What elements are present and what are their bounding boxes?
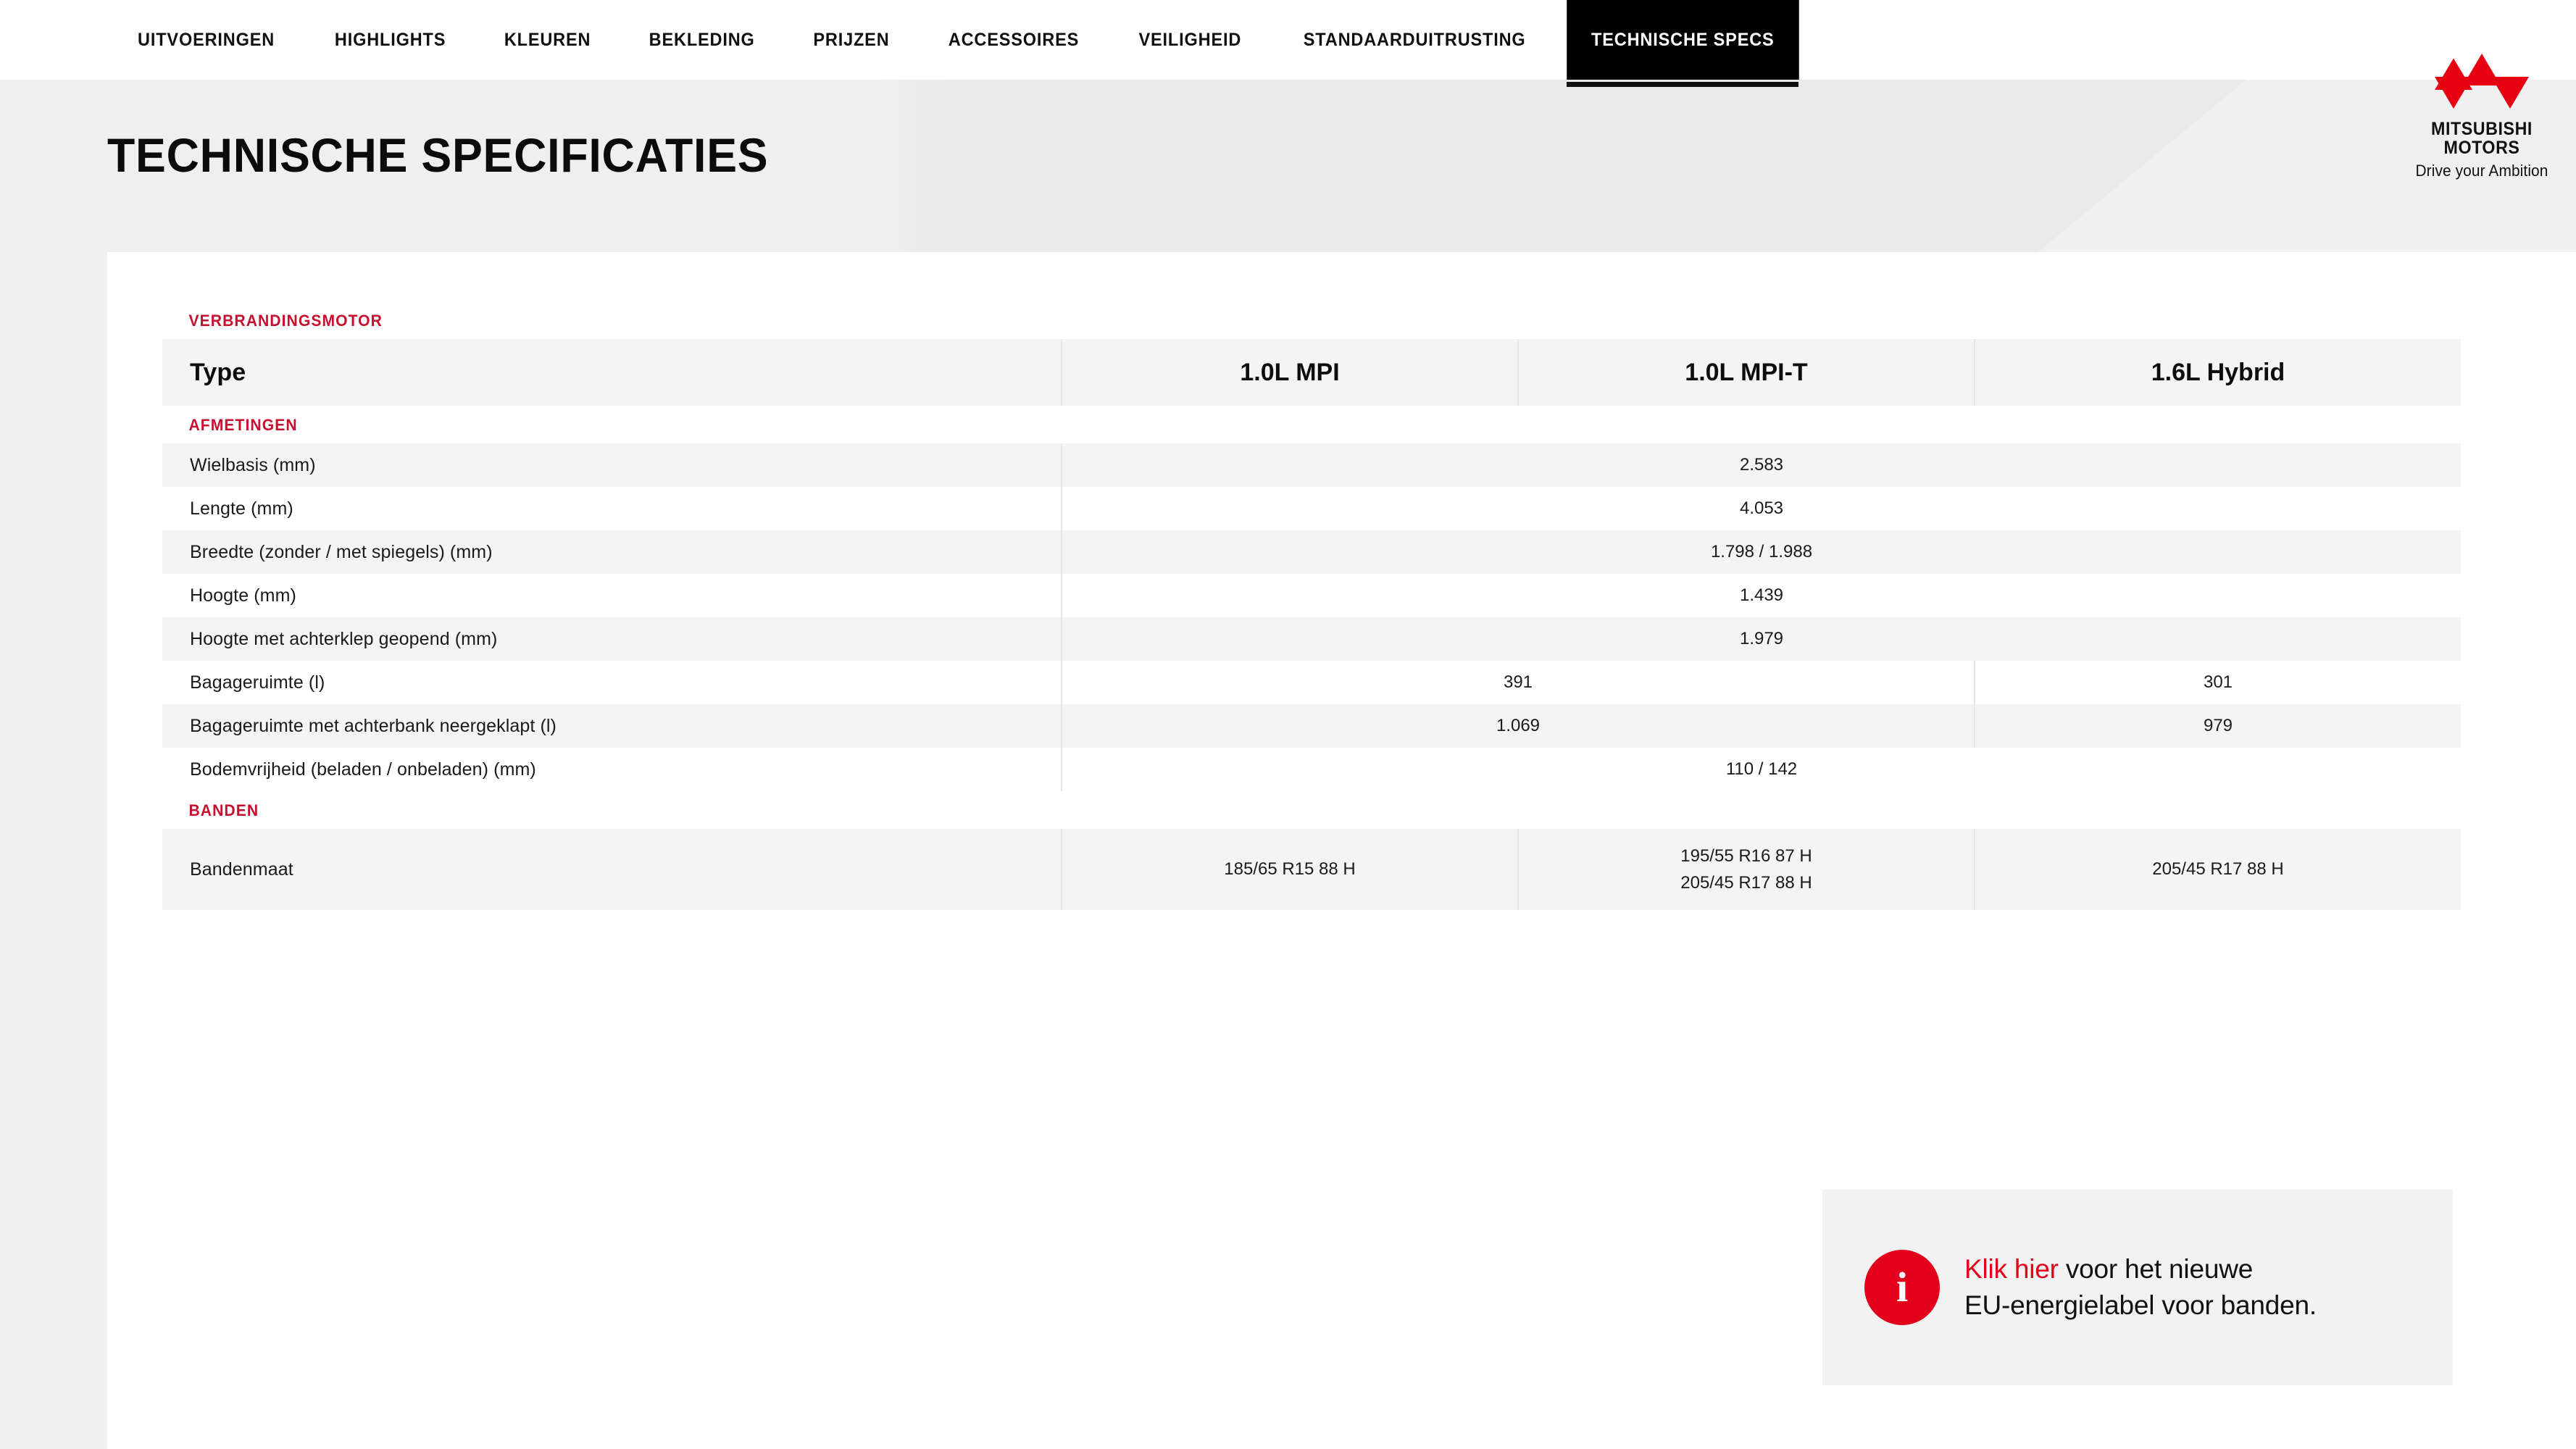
row-label: Bandenmaat <box>190 859 293 880</box>
active-tab-underline <box>1566 82 1798 87</box>
logo-wordmark-line2: MOTORS <box>2443 137 2520 158</box>
row-label: Breedte (zonder / met spiegels) (mm) <box>190 541 493 562</box>
table-row-bandenmaat: Bandenmaat 185/65 R15 88 H 195/55 R16 87… <box>162 829 2461 910</box>
nav-items-list: UITVOERINGEN HIGHLIGHTS KLEUREN BEKLEDING PR… <box>0 0 1806 80</box>
row-value-all: 2.583 <box>1061 443 2461 487</box>
header-band-shape-overlay <box>964 80 2246 254</box>
table-row: Bagageruimte (l) 391 301 <box>162 661 2461 704</box>
group-title-afmetingen: AFMETINGEN <box>188 416 298 434</box>
row-value-col3: 979 <box>1974 704 2461 748</box>
nav-item-kleuren[interactable]: KLEUREN <box>480 0 615 80</box>
page-root: UITVOERINGEN HIGHLIGHTS KLEUREN BEKLEDING PR… <box>0 0 2576 1449</box>
logo-wordmark-line1: MITSUBISHI <box>2431 119 2533 139</box>
row-label: Bodemvrijheid (beladen / onbeladen) (mm) <box>190 759 536 780</box>
tire-value-col2: 195/55 R16 87 H 205/45 R17 88 H <box>1517 829 1974 910</box>
table-row: Hoogte met achterklep geopend (mm) 1.979 <box>162 617 2461 661</box>
logo-tagline: Drive your Ambition <box>2415 162 2548 180</box>
row-value-all: 1.798 / 1.988 <box>1061 530 2461 574</box>
row-value-all: 4.053 <box>1061 487 2461 530</box>
mitsubishi-logo[interactable]: MITSUBISHI MOTORS Drive your Ambition <box>2402 45 2562 180</box>
tire-value-col1: 185/65 R15 88 H <box>1061 829 1517 910</box>
table-row: Hoogte (mm) 1.439 <box>162 574 2461 617</box>
table-row: Bodemvrijheid (beladen / onbeladen) (mm)… <box>162 748 2461 791</box>
row-value-combined: 391 <box>1061 661 1974 704</box>
mitsubishi-three-diamonds-icon <box>2435 54 2529 109</box>
row-value-all: 1.979 <box>1061 617 2461 661</box>
table-header-label: Type <box>190 358 246 386</box>
row-label: Hoogte (mm) <box>190 585 296 606</box>
page-title: TECHNISCHE SPECIFICATIES <box>107 128 769 182</box>
row-label: Wielbasis (mm) <box>190 454 316 475</box>
eu-tyre-label-info-box[interactable]: i Klik hier voor het nieuwe EU-energiela… <box>1822 1190 2453 1385</box>
row-label: Bagageruimte met achterbank neergeklapt … <box>190 715 557 736</box>
nav-item-prijzen[interactable]: PRIJZEN <box>788 0 914 80</box>
info-icon[interactable]: i <box>1864 1250 1940 1325</box>
table-row: Lengte (mm) 4.053 <box>162 487 2461 530</box>
row-value-col3: 301 <box>1974 661 2461 704</box>
table-header-col-2: 1.0L MPI-T <box>1517 339 1974 406</box>
row-value-all: 1.439 <box>1061 574 2461 617</box>
table-header-col-1: 1.0L MPI <box>1061 339 1517 406</box>
info-box-text: Klik hier voor het nieuwe EU-energielabe… <box>1964 1251 2317 1324</box>
row-value-combined: 1.069 <box>1061 704 1974 748</box>
nav-item-technische-specs[interactable]: TECHNISCHE SPECS <box>1566 0 1798 80</box>
nav-item-veiligheid[interactable]: VEILIGHEID <box>1114 0 1265 80</box>
group-title-verbrandingsmotor: VERBRANDINGSMOTOR <box>188 312 383 330</box>
nav-item-bekleding[interactable]: BEKLEDING <box>625 0 780 80</box>
table-row: Wielbasis (mm) 2.583 <box>162 443 2461 487</box>
nav-item-highlights[interactable]: HIGHLIGHTS <box>310 0 470 80</box>
logo-wordmark: MITSUBISHI MOTORS <box>2408 120 2556 157</box>
table-row: Breedte (zonder / met spiegels) (mm) 1.7… <box>162 530 2461 574</box>
row-label: Lengte (mm) <box>190 498 293 519</box>
row-label: Hoogte met achterklep geopend (mm) <box>190 628 498 649</box>
klik-hier-link[interactable]: Klik hier <box>1964 1254 2059 1284</box>
technical-specifications-table: VERBRANDINGSMOTOR Type 1.0L MPI 1.0L MPI… <box>162 301 2461 910</box>
table-header-col-3: 1.6L Hybrid <box>1974 339 2461 406</box>
top-navigation-bar: UITVOERINGEN HIGHLIGHTS KLEUREN BEKLEDING PR… <box>0 0 2576 80</box>
info-text-line2: EU-energielabel voor banden. <box>1964 1290 2317 1320</box>
nav-item-uitvoeringen[interactable]: UITVOERINGEN <box>113 0 299 80</box>
info-text-rest-line1: voor het nieuwe <box>2058 1253 2254 1284</box>
row-value-all: 110 / 142 <box>1061 748 2461 791</box>
nav-item-standaarduitrusting[interactable]: STANDAARDUITRUSTING <box>1279 0 1550 80</box>
group-title-banden: BANDEN <box>188 801 259 819</box>
tire-value-col3: 205/45 R17 88 H <box>1974 829 2461 910</box>
row-label: Bagageruimte (l) <box>190 672 325 693</box>
table-header-row: Type 1.0L MPI 1.0L MPI-T 1.6L Hybrid <box>162 339 2461 406</box>
table-row: Bagageruimte met achterbank neergeklapt … <box>162 704 2461 748</box>
nav-item-accessoires[interactable]: ACCESSOIRES <box>924 0 1104 80</box>
